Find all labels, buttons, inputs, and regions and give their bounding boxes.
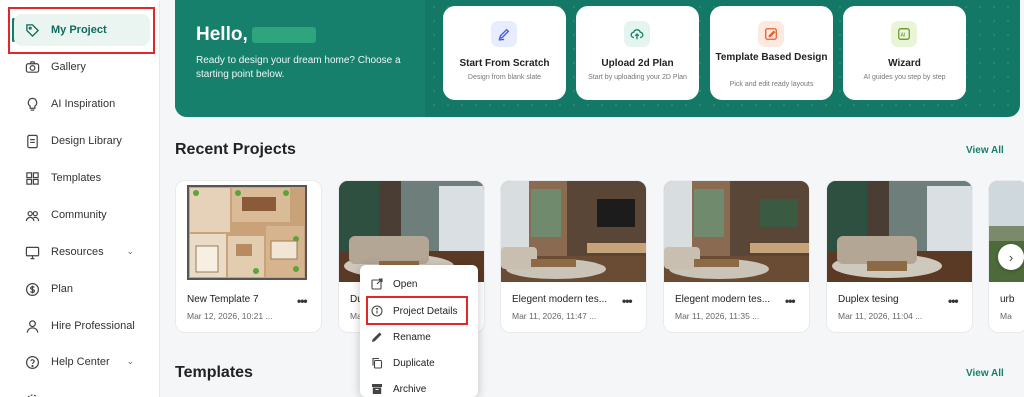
menu-item-label: Archive [393, 383, 427, 395]
menu-item-duplicate[interactable]: Duplicate [360, 352, 478, 374]
more-options-icon[interactable]: ••• [785, 294, 796, 308]
sidebar-item-plan[interactable]: Plan [14, 273, 150, 305]
sidebar-item-resources[interactable]: Resources ⌄ [14, 236, 150, 268]
project-date: Mar 11, 2026, 11:47 ... [512, 311, 597, 321]
project-thumbnail [501, 181, 646, 282]
chevron-down-icon[interactable]: ⌄ [126, 246, 134, 257]
project-thumbnail [176, 181, 321, 282]
project-name: New Template 7 [187, 294, 259, 305]
template-edit-icon [758, 21, 784, 47]
menu-item-label: Duplicate [393, 357, 435, 369]
pencil-icon [370, 331, 383, 344]
project-date: Ma [1000, 311, 1012, 321]
card-title: Start From Scratch [459, 58, 550, 69]
person-icon [24, 318, 40, 334]
sidebar-item-ai-inspiration[interactable]: AI Inspiration [14, 88, 150, 120]
card-title: Template Based Design [715, 52, 828, 63]
project-name: Elegent modern tes... [512, 294, 608, 305]
project-name: Elegent modern tes... [675, 294, 771, 305]
menu-item-open[interactable]: Open [360, 273, 478, 295]
svg-text:AI: AI [901, 33, 906, 39]
sidebar-item-label: Help Center [51, 356, 110, 368]
sidebar-item-design-library[interactable]: Design Library [14, 125, 150, 157]
project-card[interactable]: Duplex tesing Mar 11, 2026, 11:04 ... ••… [826, 180, 973, 333]
project-date: Mar 11, 2026, 11:04 ... [838, 311, 923, 321]
card-description: AI guides you step by step [863, 74, 946, 81]
document-icon [24, 133, 40, 149]
project-thumbnail [827, 181, 972, 282]
template-based-design-card[interactable]: Template Based Design Pick and edit read… [710, 6, 833, 100]
menu-item-archive[interactable]: Archive [360, 378, 478, 397]
archive-icon [370, 383, 383, 396]
help-icon [24, 354, 40, 370]
sidebar-item-templates[interactable]: Templates [14, 162, 150, 194]
chevron-down-icon[interactable]: ⌄ [126, 356, 134, 367]
sidebar-item-label: Design Library [51, 135, 122, 147]
monitor-icon [24, 244, 40, 260]
card-description: Design from blank slate [467, 74, 542, 81]
project-card[interactable]: New Template 7 Mar 12, 2026, 10:21 ... •… [175, 180, 322, 333]
recent-projects-title: Recent Projects [175, 141, 296, 158]
more-options-icon[interactable]: ••• [948, 294, 959, 308]
menu-item-rename[interactable]: Rename [360, 326, 478, 348]
sidebar-item-label: Community [51, 209, 107, 221]
hero-greeting: Hello, [196, 24, 316, 46]
sidebar-item-community[interactable]: Community [14, 199, 150, 231]
project-name: urb [1000, 294, 1015, 305]
highlight-box-my-project [8, 7, 155, 54]
sidebar-item-label: Gallery [51, 61, 86, 73]
carousel-next-button[interactable]: › [998, 244, 1024, 270]
start-from-scratch-card[interactable]: Start From Scratch Design from blank sla… [443, 6, 566, 100]
grid-icon [24, 170, 40, 186]
menu-item-label: Open [393, 278, 418, 290]
more-options-icon[interactable]: ••• [297, 294, 308, 308]
sidebar-item-label: AI Inspiration [51, 98, 116, 110]
project-name: Duplex tesing [838, 294, 899, 305]
project-card[interactable]: Elegent modern tes... Mar 11, 2026, 11:4… [500, 180, 647, 333]
templates-view-all-link[interactable]: View All [966, 368, 1004, 379]
hero-subtitle: Ready to design your dream home? Choose … [196, 55, 401, 80]
upload-2d-plan-card[interactable]: Upload 2d Plan Start by uploading your 2… [576, 6, 699, 100]
sidebar-item-gallery[interactable]: Gallery [14, 51, 150, 83]
sidebar: My Project Gallery AI Inspiration Design… [0, 0, 160, 397]
more-options-icon[interactable]: ••• [622, 294, 633, 308]
open-external-icon [370, 278, 383, 291]
card-title: Wizard [888, 58, 921, 69]
card-description: Pick and edit ready layouts [729, 81, 814, 88]
sidebar-item-label: Plan [51, 283, 74, 295]
user-name-redacted [251, 26, 316, 43]
camera-icon [24, 59, 40, 75]
dollar-icon [24, 281, 40, 297]
sidebar-item-label: Resources [51, 246, 104, 258]
copy-icon [370, 357, 383, 370]
wizard-card[interactable]: AI Wizard AI guides you step by step [843, 6, 966, 100]
sidebar-item-label: Hire Professional [51, 320, 135, 332]
project-date: Mar 12, 2026, 10:21 ... [187, 311, 273, 321]
cloud-upload-icon [624, 21, 650, 47]
people-icon [24, 207, 40, 223]
templates-title: Templates [175, 364, 253, 381]
sidebar-item-hire-professional[interactable]: Hire Professional [14, 310, 150, 342]
lightbulb-icon [24, 96, 40, 112]
card-description: Start by uploading your 2D Plan [588, 74, 687, 81]
highlight-box-project-details [366, 296, 468, 325]
ai-icon: AI [891, 21, 917, 47]
card-title: Upload 2d Plan [601, 58, 674, 69]
pencil-icon [491, 21, 517, 47]
hero-banner: Hello, Ready to design your dream home? … [175, 0, 1020, 117]
sidebar-item-help-center[interactable]: Help Center ⌄ [14, 346, 150, 378]
sidebar-item-label: Templates [51, 172, 102, 184]
project-thumbnail [664, 181, 809, 282]
gear-icon [24, 392, 40, 397]
recent-view-all-link[interactable]: View All [966, 145, 1004, 156]
menu-item-label: Rename [393, 331, 431, 343]
sidebar-item-settings[interactable] [14, 384, 150, 397]
project-context-menu: Open Project Details Rename Duplicate Ar… [360, 265, 478, 397]
project-card[interactable]: Elegent modern tes... Mar 11, 2026, 11:3… [663, 180, 810, 333]
project-date: Mar 11, 2026, 11:35 ... [675, 311, 760, 321]
chevron-right-icon: › [1008, 249, 1014, 265]
